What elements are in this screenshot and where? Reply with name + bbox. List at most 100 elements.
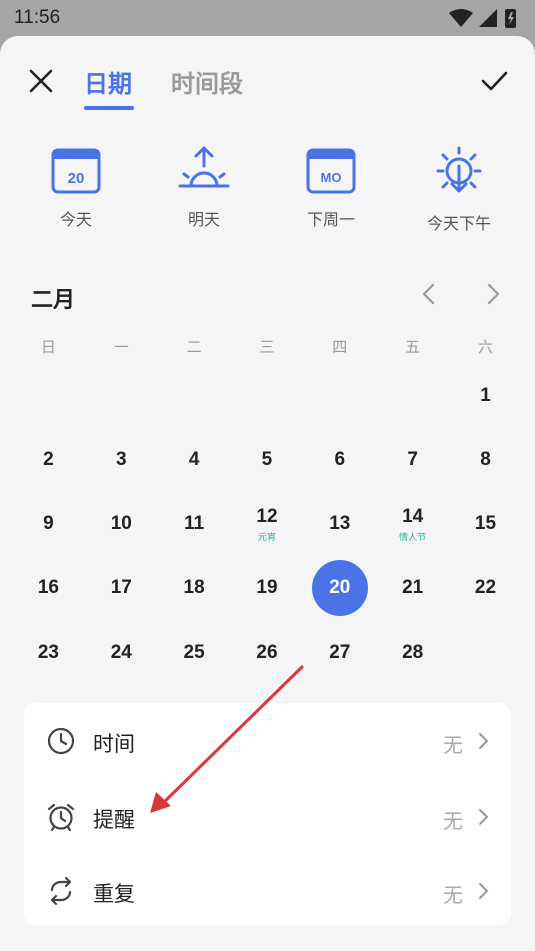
- calendar-day[interactable]: 16: [12, 556, 85, 620]
- calendar-day-empty: [231, 364, 304, 428]
- day-number: 9: [43, 513, 54, 534]
- day-number: 19: [256, 577, 278, 598]
- quick-option-today[interactable]: 20 今天: [11, 144, 141, 244]
- day-number: 17: [110, 577, 132, 598]
- calendar-day[interactable]: 21: [376, 556, 449, 620]
- option-label: 重复: [93, 882, 135, 906]
- day-number: 20: [329, 577, 351, 598]
- calendar-day[interactable]: 5: [231, 428, 304, 492]
- sun-afternoon-icon: [436, 146, 482, 193]
- day-number: 24: [110, 642, 132, 663]
- alarm-clock-icon: [47, 803, 75, 832]
- calendar-day[interactable]: 25: [158, 621, 231, 685]
- calendar-day[interactable]: 27: [303, 621, 376, 685]
- calendar-day[interactable]: 11: [158, 492, 231, 556]
- calendar-monday-icon: MO: [306, 148, 356, 194]
- option-label: 时间: [93, 732, 135, 756]
- day-number: 11: [184, 513, 205, 534]
- status-icons: [449, 9, 516, 28]
- day-number: 21: [402, 577, 424, 598]
- tab-date[interactable]: 日期: [84, 64, 132, 99]
- chevron-right-icon: [479, 883, 488, 899]
- calendar-day[interactable]: 12 元宵: [231, 492, 304, 556]
- day-number: 14: [402, 505, 424, 527]
- calendar-day[interactable]: 28: [376, 621, 449, 685]
- option-time[interactable]: 时间 无: [24, 710, 511, 770]
- calendar-day[interactable]: 1: [449, 364, 522, 428]
- calendar-week: 16 17 18 19 20 21 22: [12, 556, 522, 620]
- calendar-day[interactable]: 8: [449, 428, 522, 492]
- status-bar: 11:56: [0, 0, 535, 36]
- calendar-day[interactable]: 9: [12, 492, 85, 556]
- chevron-right-icon[interactable]: [482, 282, 504, 306]
- weekday-label: 四: [332, 338, 348, 356]
- calendar-day[interactable]: 23: [12, 621, 85, 685]
- day-number: 27: [329, 642, 351, 663]
- calendar-day[interactable]: 13: [303, 492, 376, 556]
- check-icon[interactable]: [479, 66, 509, 96]
- day-number: 23: [37, 642, 59, 663]
- option-value: 无: [443, 883, 463, 907]
- chevron-left-icon[interactable]: [418, 282, 440, 306]
- calendar-day-empty: [449, 621, 522, 685]
- calendar-day[interactable]: 17: [85, 556, 158, 620]
- weekday-label: 五: [405, 338, 421, 356]
- calendar-day[interactable]: 26: [231, 621, 304, 685]
- option-label: 提醒: [93, 808, 135, 832]
- quick-option-next-monday[interactable]: MO 下周一: [266, 144, 396, 244]
- day-number: 7: [407, 449, 418, 470]
- quick-option-label: 下周一: [306, 210, 355, 229]
- calendar-day[interactable]: 10: [85, 492, 158, 556]
- status-time: 11:56: [14, 7, 61, 28]
- calendar-day-empty: [158, 364, 231, 428]
- calendar-day[interactable]: 18: [158, 556, 231, 620]
- holiday-label: 情人节: [399, 532, 427, 543]
- day-number: 13: [329, 513, 351, 534]
- calendar-day[interactable]: 22: [449, 556, 522, 620]
- calendar-day[interactable]: 19: [231, 556, 304, 620]
- day-number: 16: [37, 577, 59, 598]
- calendar-day[interactable]: 24: [85, 621, 158, 685]
- calendar-day[interactable]: 2: [12, 428, 85, 492]
- calendar-day[interactable]: 3: [85, 428, 158, 492]
- quick-option-this-afternoon[interactable]: 今天下午: [394, 144, 524, 244]
- calendar-day[interactable]: 15: [449, 492, 522, 556]
- tab-indicator: [84, 106, 134, 110]
- calendar-day[interactable]: 14 情人节: [376, 492, 449, 556]
- day-number: 8: [480, 449, 491, 470]
- calendar-week: 9 10 11 12 元宵 13 14 情人节 15: [12, 492, 522, 556]
- svg-text:MO: MO: [321, 170, 342, 185]
- calendar-day[interactable]: 7: [376, 428, 449, 492]
- calendar-day-empty: [85, 364, 158, 428]
- close-icon[interactable]: [26, 66, 56, 96]
- month-title: 二月: [31, 288, 76, 313]
- calendar-day-selected[interactable]: 20: [303, 556, 376, 620]
- weekday-header: 日 一 二 三 四 五 六: [12, 336, 522, 357]
- calendar-day[interactable]: 6: [303, 428, 376, 492]
- day-number: 22: [474, 577, 497, 598]
- calendar-week: 1: [12, 364, 522, 428]
- day-number: 3: [115, 449, 127, 470]
- quick-option-label: 今天: [59, 210, 92, 229]
- day-number: 4: [188, 449, 200, 470]
- weekday-label: 六: [477, 338, 493, 356]
- chevron-right-icon: [479, 809, 488, 825]
- weekday-label: 日: [40, 338, 56, 356]
- wifi-icon: [449, 9, 473, 27]
- svg-text:20: 20: [68, 170, 85, 187]
- option-repeat[interactable]: 重复 无: [24, 860, 511, 920]
- weekday-label: 一: [113, 338, 129, 356]
- day-number: 10: [110, 513, 132, 534]
- day-number: 5: [261, 449, 273, 470]
- option-reminder[interactable]: 提醒 无: [24, 786, 511, 846]
- holiday-label: 元宵: [257, 532, 276, 543]
- day-number: 18: [183, 577, 205, 598]
- calendar-today-icon: 20: [51, 148, 101, 194]
- chevron-right-icon: [479, 733, 488, 749]
- calendar-week: 23 24 25 26 27 28: [12, 621, 522, 685]
- calendar-day[interactable]: 4: [158, 428, 231, 492]
- quick-option-tomorrow[interactable]: 明天: [139, 144, 269, 244]
- option-value: 无: [443, 809, 463, 833]
- calendar-day-empty: [12, 364, 85, 428]
- tab-time-range[interactable]: 时间段: [171, 64, 243, 99]
